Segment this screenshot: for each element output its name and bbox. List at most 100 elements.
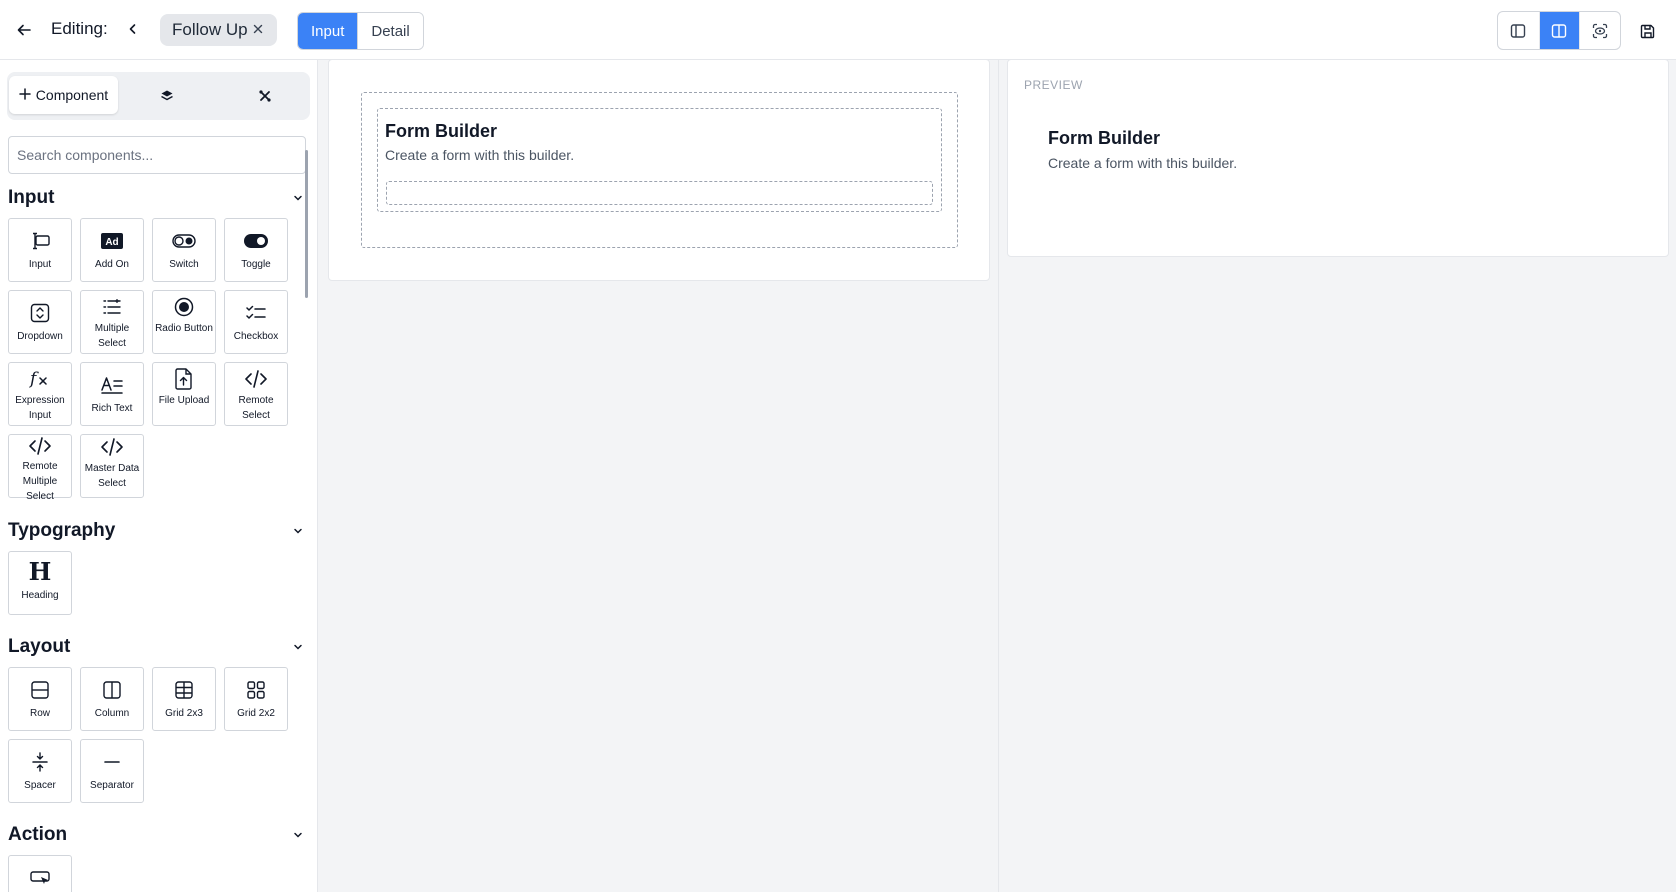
component-tile[interactable]: Grid 2x2: [224, 667, 288, 731]
tile-label: Add On: [95, 259, 129, 270]
sidebar-scrollbar[interactable]: [305, 150, 308, 298]
tile-label: File Upload: [158, 395, 210, 406]
component-tile[interactable]: f Expression Input: [8, 362, 72, 426]
back-arrow-icon[interactable]: [10, 16, 38, 44]
button-icon: [30, 868, 50, 888]
chevrons-up-down-icon: [30, 303, 50, 323]
tile-label: Separator: [90, 780, 134, 791]
svg-text:H: H: [29, 561, 51, 583]
grid-icon: [247, 680, 265, 700]
form-tab[interactable]: Follow Up: [160, 14, 277, 46]
tile-label: Remote Select: [238, 395, 274, 421]
preview-subtitle: Create a form with this builder.: [1048, 155, 1238, 171]
view-toggle: [1497, 11, 1621, 50]
chevron-left-icon[interactable]: [122, 18, 144, 40]
component-tile[interactable]: Remote Multiple Select: [8, 434, 72, 502]
preview-title: Form Builder: [1048, 128, 1161, 148]
component-tile[interactable]: Radio Button: [152, 290, 216, 354]
rich-text-icon: [101, 375, 123, 395]
tile-label: Multiple Select: [94, 323, 130, 349]
radio-icon: [174, 297, 194, 317]
tile-label: Expression Input: [15, 395, 65, 421]
form-title: Form Builder: [385, 121, 498, 141]
tile-label: Grid 2x2: [237, 708, 275, 719]
component-tile[interactable]: Spacer: [8, 739, 72, 803]
tile-label: Dropdown: [17, 331, 63, 342]
panel-divider[interactable]: [998, 60, 999, 892]
code-icon: [28, 437, 52, 455]
component-tile[interactable]: Remote Select: [224, 362, 288, 426]
tab-component[interactable]: Component: [9, 76, 118, 114]
save-icon[interactable]: [1634, 18, 1662, 44]
mode-toggle: Input Detail: [297, 12, 424, 50]
form-subtitle: Create a form with this builder.: [385, 147, 575, 163]
tile-label: Spacer: [24, 780, 56, 791]
tile-label: Heading: [21, 590, 59, 601]
top-bar: Editing: Follow Up Input Detail: [0, 0, 1676, 60]
spacer-icon: [31, 752, 49, 772]
builder-canvas: Form Builder Create a form with this bui…: [328, 59, 990, 281]
scan-eye-icon[interactable]: [1579, 12, 1620, 49]
component-tile[interactable]: Column: [80, 667, 144, 731]
panel-left-icon[interactable]: [1498, 12, 1539, 49]
tile-label: Checkbox: [233, 331, 279, 342]
editing-label: Editing:: [51, 19, 108, 38]
section-title-action: Action: [8, 824, 68, 845]
component-tile[interactable]: Separator: [80, 739, 144, 803]
tile-label: Grid 2x3: [165, 708, 203, 719]
chevron-down-icon[interactable]: [290, 190, 306, 206]
chevron-down-icon[interactable]: [290, 523, 306, 539]
toggle-on-icon: [244, 231, 268, 251]
component-tile[interactable]: Ad Add On: [80, 218, 144, 282]
tile-label: Row: [29, 708, 50, 719]
component-tile[interactable]: Checkbox: [224, 290, 288, 354]
code-icon: [100, 437, 124, 457]
tile-label: Radio Button: [155, 323, 213, 334]
preview-panel: PREVIEW Form Builder Create a form with …: [1007, 59, 1669, 257]
form-container[interactable]: Form Builder Create a form with this bui…: [361, 92, 958, 248]
minus-icon: [103, 752, 121, 772]
toggle-off-icon: [172, 231, 196, 251]
component-sidebar: Component Input Input Ad Add On Switch T…: [0, 60, 318, 892]
component-tile[interactable]: Toggle: [224, 218, 288, 282]
component-tile[interactable]: Master Data Select: [80, 434, 144, 498]
drop-zone[interactable]: [386, 181, 933, 205]
close-icon[interactable]: [251, 22, 265, 36]
component-tile[interactable]: File Upload: [152, 362, 216, 426]
search-input[interactable]: [8, 136, 306, 174]
rows-icon: [31, 680, 49, 700]
component-tile[interactable]: H Heading: [8, 551, 72, 615]
columns-icon: [103, 680, 121, 700]
layers-icon[interactable]: [157, 86, 177, 106]
svg-text:Ad: Ad: [105, 237, 118, 248]
preview-label: PREVIEW: [1024, 78, 1083, 92]
section-title-typography: Typography: [8, 520, 116, 541]
ad-icon: Ad: [101, 231, 123, 251]
code-icon: [244, 369, 268, 389]
component-tile[interactable]: Rich Text: [80, 362, 144, 426]
tile-label: Switch: [169, 259, 199, 270]
component-tile[interactable]: Multiple Select: [80, 290, 144, 354]
component-tile[interactable]: Input: [8, 218, 72, 282]
check-list-icon: [246, 303, 266, 323]
heading-icon: H: [29, 561, 51, 583]
tile-label: Toggle: [241, 259, 271, 270]
tools-icon[interactable]: [255, 86, 275, 106]
component-tile[interactable]: Row: [8, 667, 72, 731]
panel-split-icon[interactable]: [1538, 12, 1580, 49]
section-title-layout: Layout: [8, 636, 71, 657]
plus-icon: [19, 87, 31, 103]
tab-input[interactable]: Input: [298, 13, 358, 49]
sidebar-tabs: Component: [7, 72, 310, 120]
component-tile[interactable]: Switch: [152, 218, 216, 282]
tab-detail[interactable]: Detail: [357, 13, 423, 49]
chevron-down-icon[interactable]: [290, 827, 306, 843]
tab-component-label: Component: [35, 87, 109, 103]
component-tile[interactable]: Dropdown: [8, 290, 72, 354]
list-checks-icon: [102, 297, 122, 317]
component-tile[interactable]: [8, 855, 72, 892]
tile-label: Master Data Select: [84, 463, 140, 489]
component-tile[interactable]: Grid 2x3: [152, 667, 216, 731]
heading-block[interactable]: Form Builder Create a form with this bui…: [377, 108, 942, 212]
chevron-down-icon[interactable]: [290, 639, 306, 655]
